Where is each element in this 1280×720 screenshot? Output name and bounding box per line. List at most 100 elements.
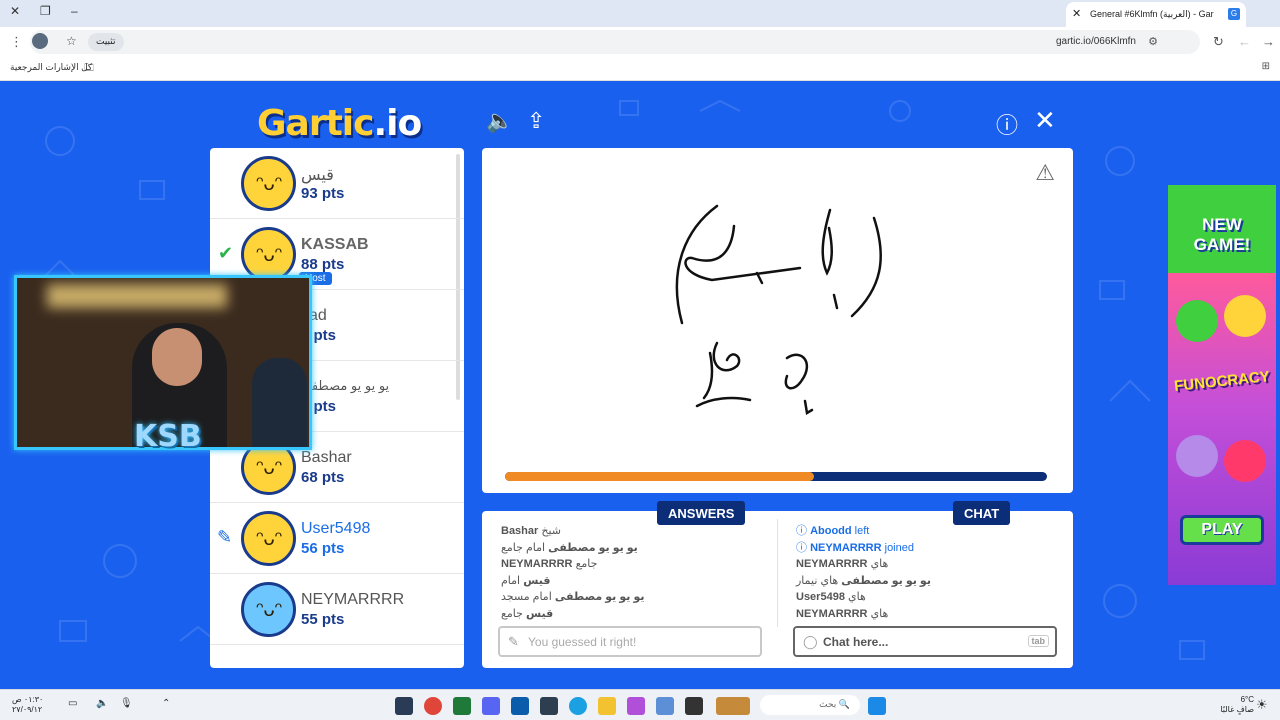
- folder-icon: 🗀: [84, 63, 94, 74]
- answer-item: يو يو يو مصطفى امام جامع: [501, 541, 638, 554]
- answers-list: Bashar شيخ يو يو يو مصطفى امام جامع NEYM…: [501, 523, 761, 622]
- url-text[interactable]: gartic.io/066Klmfn: [1056, 36, 1136, 47]
- player-row: ᵔᴗᵔ NEYMARRRR 55 pts: [210, 574, 464, 645]
- reload-icon[interactable]: ↻: [1213, 34, 1224, 50]
- chat-tab[interactable]: CHAT: [953, 501, 1011, 525]
- answers-tab[interactable]: ANSWERS: [657, 501, 746, 525]
- ad-play-button[interactable]: PLAY: [1180, 515, 1264, 545]
- close-icon[interactable]: ✕: [1034, 105, 1056, 136]
- player-points: 88 pts: [301, 256, 345, 273]
- gartic-game-area: Gartic.io 🔈 ⇪ ⓘ ✕ ᵔᴗᵔ قيس 93 pts ✔ ᵔᴗᵔ K…: [0, 81, 1280, 689]
- chat-input[interactable]: ◯ Chat here... tab: [793, 626, 1057, 657]
- info-icon[interactable]: ⓘ: [996, 108, 1018, 140]
- copilot-app-icon[interactable]: [627, 697, 645, 715]
- bookmark-star-icon[interactable]: ☆: [66, 34, 77, 48]
- back-icon[interactable]: →: [1262, 34, 1275, 49]
- ad-bearded-character-icon: [1176, 435, 1218, 477]
- chat-bubble-icon: ◯: [803, 634, 818, 649]
- all-bookmarks-link[interactable]: كل الإشارات المرجعية: [10, 62, 92, 73]
- ad-thumbs-character-icon: [1176, 300, 1218, 342]
- menu-dots-icon[interactable]: ⋮: [10, 34, 23, 50]
- discord-app-icon[interactable]: [482, 697, 500, 715]
- outlook-app-icon[interactable]: [511, 697, 529, 715]
- microphone-icon[interactable]: 🎙: [120, 698, 133, 709]
- browser-tabstrip: ✕ ❐ – + ✕ General #6Klmfn (العربية) - Ga…: [0, 0, 1280, 27]
- browser-tab[interactable]: ✕ General #6Klmfn (العربية) - Gar G: [1066, 2, 1246, 27]
- chat-system-item: ⓘ Aboodd left: [796, 525, 870, 537]
- close-tab-icon[interactable]: ✕: [1072, 7, 1081, 20]
- answer-item: NEYMARRRR جامع: [501, 558, 598, 570]
- drawing-pencil-icon: ✎: [217, 527, 233, 547]
- chat-item: User5498 هاي: [796, 591, 866, 603]
- steam-app-icon[interactable]: [395, 697, 413, 715]
- chat-list: ⓘ Aboodd left ⓘ NEYMARRRR joined NEYMARR…: [796, 523, 1056, 622]
- profile-avatar[interactable]: [32, 33, 48, 49]
- system-clock[interactable]: ٠١:٣٠ ص ٢٧/٠٩/١٢: [12, 695, 43, 715]
- weather-temperature: 6°C: [1240, 695, 1254, 704]
- taskbar-search[interactable]: بحث 🔍: [760, 695, 860, 715]
- round-timer-bar: [505, 472, 1047, 481]
- advertisement-banner[interactable]: NEW GAME! FUNOCRACY PLAY: [1168, 185, 1276, 585]
- terminal-app-icon[interactable]: [685, 697, 703, 715]
- site-settings-icon[interactable]: ⚙: [1148, 35, 1158, 48]
- ad-blonde-character-icon: [1224, 295, 1266, 337]
- ad-headline: NEW GAME!: [1193, 215, 1251, 254]
- settings-app-icon[interactable]: [656, 697, 674, 715]
- store-app-icon[interactable]: [540, 697, 558, 715]
- edge-app-icon[interactable]: [569, 697, 587, 715]
- taskbar-search-placeholder: بحث: [819, 699, 837, 709]
- apps-grid-icon[interactable]: ⊞: [1262, 61, 1270, 72]
- player-row: ᵔᴗᵔ قيس 93 pts: [210, 148, 464, 219]
- ad-brand: FUNOCRACY: [1173, 368, 1271, 395]
- tray-chevron-icon[interactable]: ⌃: [162, 698, 170, 709]
- clock-time: ٠١:٣٠ ص: [12, 695, 44, 704]
- windows-start-icon[interactable]: [868, 697, 886, 715]
- install-button[interactable]: تثبيت: [88, 33, 124, 51]
- answer-input-placeholder: You guessed it right!: [528, 635, 637, 649]
- player-points: 56 pts: [301, 540, 345, 557]
- sound-icon[interactable]: 🔈: [486, 108, 513, 134]
- browser-toolbar: ⋮ ☆ تثبيت ⚙ gartic.io/066Klmfn ↻ ← →: [0, 27, 1280, 57]
- chat-input-placeholder: Chat here...: [823, 635, 889, 649]
- pencil-icon: ✎: [508, 634, 519, 649]
- gartic-favicon-icon: G: [1228, 8, 1240, 20]
- player-name: يو يو يو مصطفى: [301, 378, 390, 393]
- player-name: KASSAB: [301, 236, 369, 253]
- logo-suffix: .io: [373, 103, 422, 144]
- player-points: 93 pts: [301, 185, 345, 202]
- chat-system-item: ⓘ NEYMARRRR joined: [796, 541, 914, 554]
- guessed-check-icon: ✔: [218, 243, 234, 263]
- player-points: 55 pts: [301, 611, 345, 628]
- weather-description: صافٍ غالبًا: [1220, 705, 1254, 714]
- player-name: User5498: [301, 520, 371, 537]
- answer-input[interactable]: ✎ You guessed it right!: [498, 626, 762, 657]
- chat-item: NEYMARRRR هاي: [796, 607, 889, 620]
- answer-item: يو يو يو مصطفى امام مسجد: [501, 591, 645, 603]
- bookmarks-bar: كل الإشارات المرجعية 🗀 ⊞: [0, 57, 1280, 81]
- volume-icon[interactable]: 🔈: [96, 698, 108, 709]
- drawing-canvas[interactable]: ⚠: [482, 148, 1073, 493]
- file-explorer-icon[interactable]: [598, 697, 616, 715]
- forward-icon[interactable]: ←: [1238, 34, 1251, 49]
- player-name: قيس: [301, 167, 334, 184]
- widgets-icon[interactable]: [716, 697, 750, 715]
- windows-taskbar: ٠١:٣٠ ص ٢٧/٠٩/١٢ ▭ 🔈 🎙 ⌃ بحث 🔍 6°C صافٍ …: [0, 689, 1280, 720]
- chat-item: NEYMARRRR هاي: [796, 558, 889, 570]
- drawing-strokes: [675, 204, 882, 416]
- address-bar[interactable]: ☆ تثبيت ⚙ gartic.io/066Klmfn: [30, 30, 1200, 54]
- player-name: Bashar: [301, 449, 352, 466]
- player-name: NEYMARRRR: [301, 591, 405, 608]
- webcam-overlay-logo: KSB: [134, 419, 202, 454]
- minimize-window-icon[interactable]: –: [71, 4, 78, 18]
- chrome-app-icon[interactable]: [424, 697, 442, 715]
- clock-date: ٢٧/٠٩/١٢: [12, 705, 43, 714]
- close-window-icon[interactable]: ✕: [10, 4, 20, 18]
- weather-widget[interactable]: 6°C صافٍ غالبًا: [1220, 695, 1254, 715]
- restore-window-icon[interactable]: ❐: [40, 4, 51, 18]
- panel-divider: [777, 519, 778, 627]
- xbox-app-icon[interactable]: [453, 697, 471, 715]
- tab-title: General #6Klmfn (العربية) - Gar: [1090, 9, 1214, 19]
- logo-main: Gartic: [257, 103, 374, 144]
- battery-icon[interactable]: ▭: [68, 698, 77, 709]
- share-icon[interactable]: ⇪: [527, 108, 545, 134]
